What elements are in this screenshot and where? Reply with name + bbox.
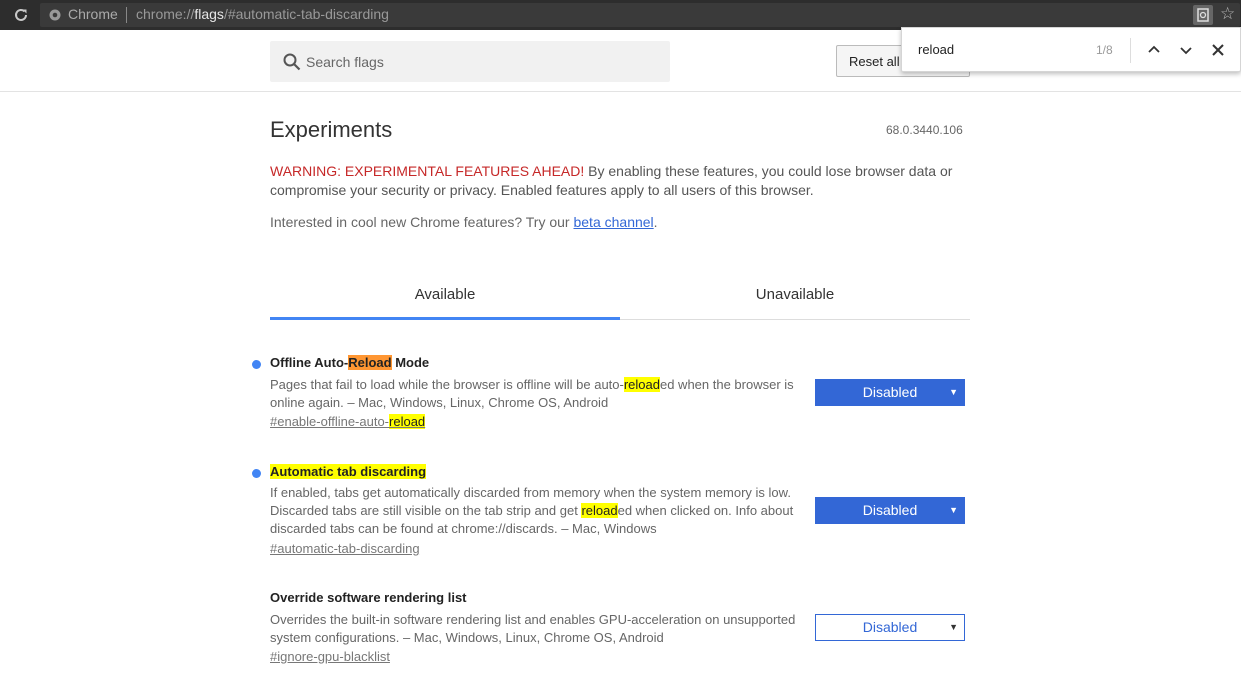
experiment-state-select[interactable]: Disabled ▼ [815, 379, 965, 406]
dropdown-arrow-icon: ▼ [949, 505, 958, 515]
find-in-page-icon[interactable] [1193, 5, 1213, 25]
experiment-state-select[interactable]: Disabled ▼ [815, 497, 965, 524]
address-bar-separator [126, 7, 127, 23]
bookmark-star-icon[interactable]: ☆ [1220, 4, 1235, 24]
find-highlight: reload [581, 503, 618, 518]
experiment-name: Automatic tab discarding [270, 464, 970, 479]
search-box [270, 41, 670, 82]
chrome-icon [49, 9, 61, 21]
tab-unavailable[interactable]: Unavailable [620, 276, 970, 320]
address-bar-url: chrome://flags/#automatic-tab-discarding [136, 6, 389, 22]
permalink-part: #enable-offline-auto- [270, 414, 390, 429]
find-input[interactable]: reload [918, 42, 954, 57]
experiment-permalink[interactable]: #enable-offline-auto-reload [270, 414, 426, 429]
warning-heading: WARNING: EXPERIMENTAL FEATURES AHEAD! [270, 163, 585, 179]
experiment-override-software-rendering: Override software rendering list Overrid… [270, 590, 970, 664]
chevron-down-icon[interactable] [1177, 41, 1195, 59]
experiment-name-part: Offline Auto- [270, 355, 349, 370]
dropdown-arrow-icon: ▼ [949, 622, 958, 632]
experiment-name: Override software rendering list [270, 590, 467, 605]
experiment-offline-auto-reload: Offline Auto-Reload Mode Pages that fail… [252, 355, 970, 429]
experiment-automatic-tab-discarding: Automatic tab discarding If enabled, tab… [252, 464, 970, 556]
beta-note-text: Interested in cool new Chrome features? … [270, 214, 574, 230]
modified-indicator-dot [252, 360, 261, 369]
url-path: /#automatic-tab-discarding [223, 6, 389, 22]
browser-toolbar: Chrome chrome://flags/#automatic-tab-dis… [0, 0, 1241, 30]
experiment-description: If enabled, tabs get automatically disca… [270, 484, 800, 538]
experiment-description: Overrides the built-in software renderin… [270, 612, 796, 645]
beta-note-end: . [653, 214, 658, 230]
beta-channel-link[interactable]: beta channel [573, 214, 653, 230]
modified-indicator-dot [252, 469, 261, 478]
experiment-description: Pages that fail to load while the browse… [270, 376, 800, 412]
tab-available[interactable]: Available [270, 276, 620, 320]
chevron-up-icon[interactable] [1145, 41, 1163, 59]
beta-channel-note: Interested in cool new Chrome features? … [270, 214, 658, 230]
tab-bar: Available Unavailable [270, 276, 970, 320]
url-scheme: chrome:// [136, 6, 195, 22]
experiment-permalink[interactable]: #automatic-tab-discarding [270, 541, 420, 556]
search-icon [283, 53, 301, 71]
experiment-permalink[interactable]: #ignore-gpu-blacklist [270, 649, 390, 664]
page-title: Experiments [270, 117, 393, 142]
select-value: Disabled [862, 619, 918, 635]
find-match-count: 1/8 [1096, 43, 1113, 57]
experiment-name-part: Mode [391, 355, 430, 370]
find-divider [1130, 38, 1131, 63]
version-label: 68.0.3440.106 [886, 123, 963, 137]
url-host: flags [194, 6, 224, 22]
select-value: Disabled [862, 384, 918, 400]
description-part: Pages that fail to load while the browse… [270, 377, 624, 392]
find-bar: reload 1/8 [901, 27, 1241, 72]
find-highlight-active: Reload [348, 355, 392, 370]
select-value: Disabled [862, 502, 918, 518]
experiment-state-select[interactable]: Disabled ▼ [815, 614, 965, 641]
warning-text: WARNING: EXPERIMENTAL FEATURES AHEAD! By… [270, 162, 970, 200]
experiment-name: Offline Auto-Reload Mode [270, 355, 970, 370]
reload-icon[interactable] [12, 6, 30, 24]
dropdown-arrow-icon: ▼ [949, 387, 958, 397]
search-flags-input[interactable] [306, 41, 656, 82]
address-bar[interactable]: Chrome chrome://flags/#automatic-tab-dis… [40, 3, 1240, 27]
experiment-name-highlighted: Automatic tab discarding [270, 464, 427, 479]
close-icon[interactable] [1209, 41, 1227, 59]
address-bar-brand: Chrome [68, 6, 118, 22]
find-highlight: reload [389, 414, 426, 429]
find-highlight: reload [623, 377, 660, 392]
